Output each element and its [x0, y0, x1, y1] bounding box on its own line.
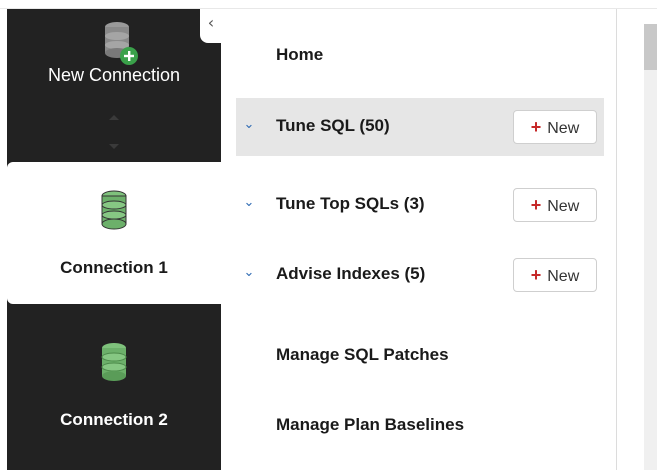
new-tune-top-sqls-button[interactable]: + New	[513, 188, 597, 222]
scrollbar-track[interactable]	[644, 24, 657, 470]
menu-item-manage-plan-baselines[interactable]: Manage Plan Baselines	[236, 397, 604, 455]
new-advise-indexes-button[interactable]: + New	[513, 258, 597, 292]
connection-1-label: Connection 1	[60, 258, 168, 277]
rail-scroll-arrows[interactable]	[105, 109, 123, 155]
menu-item-home[interactable]: Home	[236, 27, 604, 85]
database-icon	[101, 190, 127, 230]
chevron-left-icon: ‹	[207, 13, 215, 32]
menu-item-manage-sql-patches[interactable]: Manage SQL Patches	[236, 327, 604, 385]
menu-item-label: Manage Plan Baselines	[276, 415, 465, 434]
plus-icon: +	[530, 265, 542, 285]
menu-item-label: Tune Top SQLs (3)	[276, 194, 425, 213]
scrollbar-thumb[interactable]	[644, 24, 657, 70]
connection-2-label: Connection 2	[60, 410, 168, 429]
plus-icon: +	[530, 117, 542, 137]
collapse-rail-button[interactable]: ‹	[200, 9, 222, 43]
database-add-icon	[105, 22, 138, 65]
chevron-down-icon[interactable]: ⌄	[240, 264, 258, 282]
menu-item-label: Home	[276, 45, 324, 64]
menu-item-tune-top-sqls[interactable]: ⌄ Tune Top SQLs (3) + New	[236, 176, 604, 234]
new-button-label: New	[547, 198, 580, 215]
new-button-label: New	[547, 268, 580, 285]
connection-1-tile[interactable]: Connection 1	[7, 162, 221, 304]
new-connection-button[interactable]: New Connection	[7, 9, 221, 109]
new-connection-label: New Connection	[47, 65, 181, 85]
app-window: New Connection Connection 2 Connection 1…	[0, 0, 657, 470]
connection-2-tile[interactable]: Connection 2	[7, 314, 221, 456]
menu-item-label: Tune SQL (50)	[276, 116, 390, 135]
plus-icon: +	[530, 195, 542, 215]
menu-item-label: Advise Indexes (5)	[276, 264, 426, 283]
chevron-down-icon[interactable]: ⌄	[240, 116, 258, 134]
menu-item-tune-sql[interactable]: ⌄ Tune SQL (50) + New	[236, 98, 604, 156]
menu-item-advise-indexes[interactable]: ⌄ Advise Indexes (5) + New	[236, 246, 604, 304]
database-icon	[101, 343, 127, 381]
chevron-down-icon[interactable]: ⌄	[240, 194, 258, 212]
top-border	[0, 0, 657, 9]
new-tune-sql-button[interactable]: + New	[513, 110, 597, 144]
menu-item-label: Manage SQL Patches	[276, 345, 449, 364]
navigation-menu: Home ⌄ Tune SQL (50) + New ⌄ Tune Top SQL…	[221, 9, 616, 470]
scroll-down-icon	[109, 144, 119, 149]
scroll-up-icon	[109, 115, 119, 120]
new-button-label: New	[547, 120, 580, 137]
